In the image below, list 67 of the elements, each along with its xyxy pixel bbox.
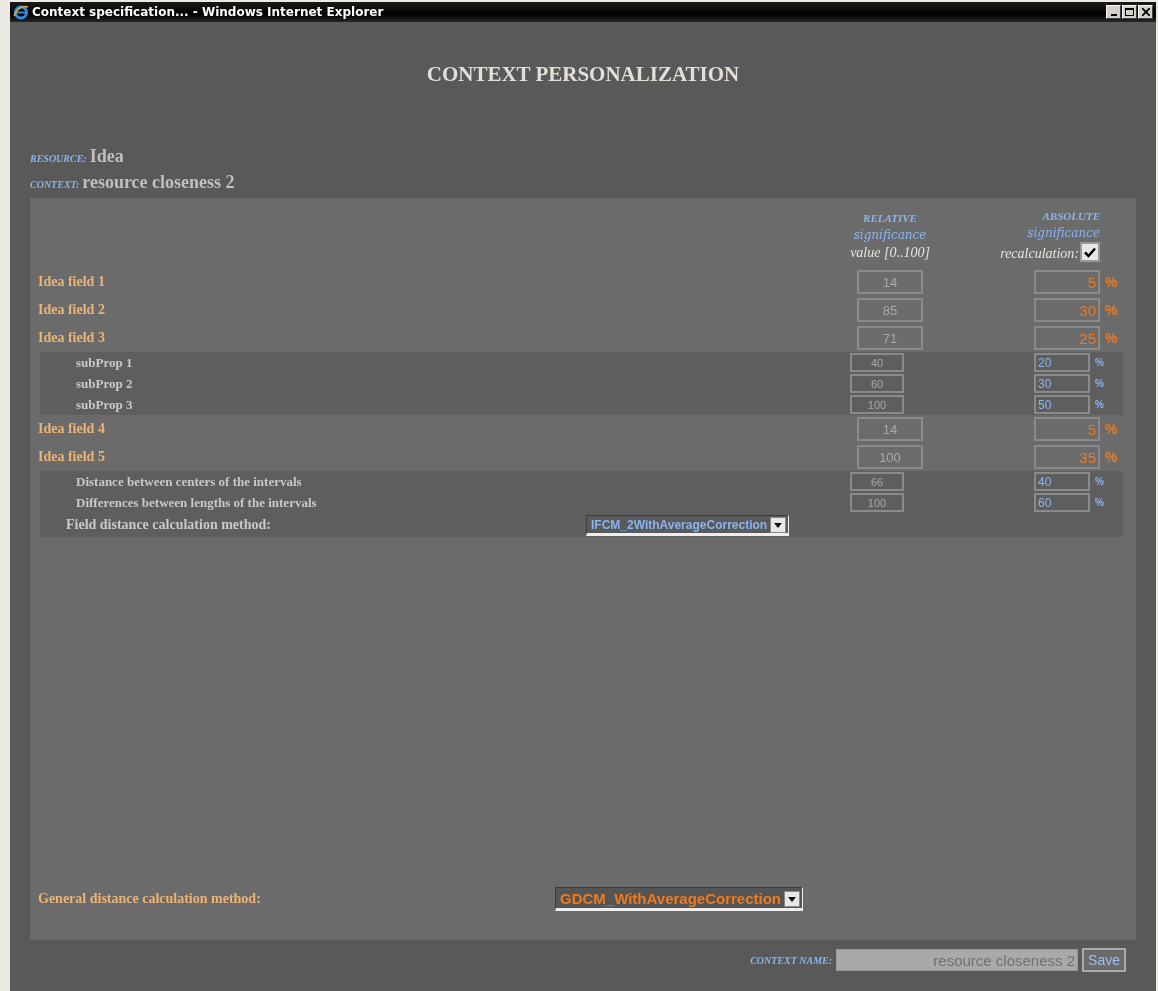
window-title: Context specification... - Windows Internet Explorer [32, 5, 385, 19]
absolute-significance-input[interactable]: 25 [1034, 326, 1100, 350]
subproperty-label: subProp 3 [75, 396, 134, 413]
resource-name: Idea [89, 146, 124, 167]
field-label: Idea field 4 [37, 421, 106, 437]
relative-significance-input[interactable]: 60 [850, 374, 904, 393]
page-heading: CONTEXT PERSONALIZATION [425, 62, 741, 88]
absolute-significance-input[interactable]: 20 [1034, 353, 1090, 372]
percent-unit: % [1094, 399, 1105, 410]
maximize-icon [1125, 8, 1134, 16]
relative-significance-input[interactable]: 14 [857, 270, 923, 294]
column-caption: value [0..100] [850, 243, 930, 261]
context-label: CONTEXT: [30, 179, 80, 190]
context-name-field[interactable]: resource closeness 2 [836, 949, 1079, 971]
resource-label: RESOURCE: [30, 153, 87, 164]
field-label: Idea field 5 [37, 449, 106, 465]
column-subheading: significance [1027, 225, 1100, 242]
percent-unit: % [1104, 449, 1119, 465]
maximize-button[interactable] [1122, 5, 1137, 19]
column-heading: ABSOLUTE [1042, 209, 1100, 224]
field-label: Idea field 2 [37, 302, 106, 318]
field-label: Idea field 3 [37, 330, 106, 346]
relative-significance-input[interactable]: 100 [850, 493, 904, 512]
relative-significance-input[interactable]: 100 [850, 395, 904, 414]
field-method-label: Field distance calculation method: [65, 517, 272, 533]
percent-unit: % [1094, 378, 1105, 389]
absolute-significance-input[interactable]: 50 [1034, 395, 1090, 414]
column-subheading: significance [853, 226, 927, 244]
close-button[interactable] [1138, 5, 1153, 19]
recalculation-label: recalculation: [1000, 245, 1079, 262]
field-label: Idea field 1 [37, 274, 106, 290]
relative-significance-input[interactable]: 40 [850, 353, 904, 372]
percent-unit: % [1094, 357, 1105, 368]
absolute-significance-input[interactable]: 30 [1034, 374, 1090, 393]
absolute-significance-input[interactable]: 5 [1034, 417, 1100, 441]
absolute-significance-input[interactable]: 35 [1034, 445, 1100, 469]
percent-unit: % [1094, 497, 1105, 508]
percent-unit: % [1104, 421, 1119, 437]
absolute-significance-input[interactable]: 30 [1034, 298, 1100, 322]
relative-significance-input[interactable]: 85 [857, 298, 923, 322]
relative-significance-input[interactable]: 71 [857, 326, 923, 350]
checkmark-icon [1084, 246, 1096, 258]
subproperty-label: subProp 2 [75, 375, 134, 392]
context-name-label: CONTEXT NAME: [750, 954, 833, 966]
dropdown[interactable]: IFCM_2WithAverageCorrection [586, 514, 790, 536]
context-name: resource closeness 2 [82, 172, 235, 193]
subproperty-label: Differences between lengths of the intervals [75, 494, 318, 511]
percent-unit: % [1104, 302, 1119, 318]
relative-significance-input[interactable]: 66 [850, 472, 904, 491]
subproperty-label: subProp 1 [75, 354, 134, 371]
general-method-label: General distance calculation method: [37, 891, 262, 907]
absolute-significance-input[interactable]: 5 [1034, 270, 1100, 294]
close-icon [1141, 8, 1150, 16]
absolute-significance-input[interactable]: 40 [1034, 472, 1090, 491]
percent-unit: % [1094, 476, 1105, 487]
subproperty-label: Distance between centers of the intervals [75, 473, 303, 490]
browser-logo-icon [13, 4, 29, 20]
relative-significance-input[interactable]: 100 [857, 445, 923, 469]
percent-unit: % [1104, 274, 1119, 290]
save-button[interactable]: Save [1082, 948, 1126, 972]
relative-significance-input[interactable]: 14 [857, 417, 923, 441]
percent-unit: % [1104, 330, 1119, 346]
minimize-button[interactable] [1106, 5, 1121, 19]
column-heading: RELATIVE [863, 210, 917, 226]
dropdown[interactable]: GDCM_WithAverageCorrection [555, 887, 803, 911]
recalculation-checkbox[interactable] [1080, 242, 1100, 262]
absolute-significance-input[interactable]: 60 [1034, 493, 1090, 512]
